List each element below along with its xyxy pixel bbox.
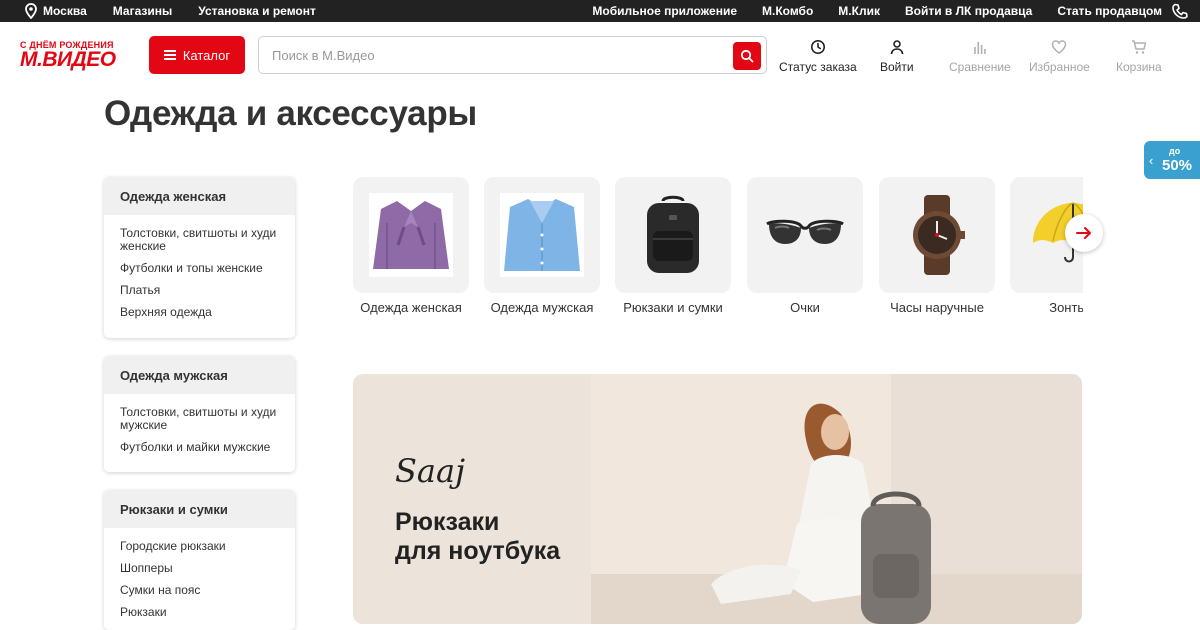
- category-tile-watches[interactable]: Часы наручные: [879, 177, 995, 315]
- category-tile-bags[interactable]: Рюкзаки и сумки: [615, 177, 731, 315]
- banner-photo: [591, 374, 1082, 624]
- clock-icon: [810, 40, 825, 54]
- wristwatch-image: [913, 195, 965, 275]
- logo-wordmark: М.ВИДЕО: [20, 48, 116, 71]
- category-carousel: Одежда женская Одежда мужская Рюкзаки и …: [353, 177, 1083, 322]
- sunglasses-image: [766, 219, 844, 244]
- category-image: [615, 177, 731, 293]
- blouse-image: [369, 193, 453, 277]
- login-label: Войти: [880, 60, 914, 74]
- promo-tab-prefix: до: [1169, 146, 1181, 156]
- sidebar-group-title[interactable]: Рюкзаки и сумки: [104, 490, 295, 528]
- favorites-button[interactable]: Избранное: [1029, 39, 1090, 74]
- promo-tab[interactable]: ‹ до 50%: [1144, 141, 1200, 179]
- become-seller-link[interactable]: Стать продавцом: [1057, 4, 1162, 18]
- category-label: Одежда мужская: [490, 300, 594, 315]
- category-label: Рюкзаки и сумки: [623, 300, 723, 315]
- header: С ДНЁМ РОЖДЕНИЯ М.ВИДЕО Каталог Статус з…: [0, 22, 1200, 88]
- promo-tab-discount: 50%: [1162, 157, 1193, 174]
- location-pin-icon: [25, 3, 37, 19]
- sidebar-link[interactable]: Футболки и топы женские: [120, 262, 279, 275]
- category-image: [484, 177, 600, 293]
- backpack-image: [647, 195, 699, 273]
- sidebar-link[interactable]: Футболки и майки мужские: [120, 441, 279, 454]
- search-button[interactable]: [733, 42, 761, 70]
- search-input[interactable]: [259, 37, 719, 73]
- phone-icon[interactable]: [1172, 3, 1188, 19]
- cart-button[interactable]: Корзина: [1116, 39, 1162, 74]
- sidebar-group-title[interactable]: Одежда мужская: [104, 356, 295, 394]
- sidebar-link[interactable]: Сумки на пояс: [120, 584, 279, 597]
- banner-headline: Рюкзаки для ноутбука: [395, 508, 595, 566]
- category-image: [353, 177, 469, 293]
- sidebar-link[interactable]: Толстовки, свитшоты и худи мужские: [120, 406, 279, 432]
- sidebar-link[interactable]: Платья: [120, 284, 279, 297]
- category-label: Часы наручные: [890, 300, 984, 315]
- compare-label: Сравнение: [949, 60, 1011, 74]
- compare-icon: [974, 42, 986, 54]
- category-image: [879, 177, 995, 293]
- category-image: [747, 177, 863, 293]
- order-status-label: Статус заказа: [779, 60, 857, 74]
- catalog-button-label: Каталог: [182, 47, 231, 63]
- category-label: Зонты: [1049, 300, 1083, 315]
- mvideo-logo[interactable]: С ДНЁМ РОЖДЕНИЯ М.ВИДЕО: [20, 40, 120, 71]
- login-button[interactable]: Войти: [880, 39, 914, 74]
- mcombo-link[interactable]: М.Комбо: [762, 4, 813, 18]
- page-title: Одежда и аксессуары: [104, 94, 477, 133]
- category-tile-glasses[interactable]: Очки: [747, 177, 863, 315]
- model-with-backpack-image: [591, 374, 1082, 624]
- cart-icon: [1131, 40, 1147, 54]
- mclick-link[interactable]: М.Клик: [838, 4, 880, 18]
- arrow-right-icon: [1076, 227, 1091, 239]
- top-bar: Москва Магазины Установка и ремонт Мобил…: [0, 0, 1200, 22]
- seller-login-link[interactable]: Войти в ЛК продавца: [905, 4, 1032, 18]
- menu-icon: [163, 50, 176, 60]
- promo-banner[interactable]: Saaj Рюкзаки для ноутбука: [353, 374, 1082, 624]
- banner-brand: Saaj: [395, 452, 465, 490]
- carousel-next-button[interactable]: [1065, 214, 1103, 252]
- category-tile-women[interactable]: Одежда женская: [353, 177, 469, 315]
- sidebar-group-bags: Рюкзаки и сумки Городские рюкзаки Шоппер…: [104, 490, 295, 630]
- heart-icon: [1052, 40, 1067, 54]
- order-status-button[interactable]: Статус заказа: [779, 39, 857, 74]
- category-tile-men[interactable]: Одежда мужская: [484, 177, 600, 315]
- sidebar-link[interactable]: Шопперы: [120, 562, 279, 575]
- user-icon: [890, 40, 904, 55]
- compare-button[interactable]: Сравнение: [949, 39, 1011, 74]
- sidebar-link[interactable]: Городские рюкзаки: [120, 540, 279, 553]
- mobile-app-link[interactable]: Мобильное приложение: [592, 4, 737, 18]
- sidebar-group-men: Одежда мужская Толстовки, свитшоты и худ…: [104, 356, 295, 472]
- sidebar-group-women: Одежда женская Толстовки, свитшоты и худ…: [104, 177, 295, 338]
- search-box: [258, 36, 767, 74]
- city-selector[interactable]: Москва: [24, 3, 87, 19]
- catalog-button[interactable]: Каталог: [149, 36, 245, 74]
- category-label: Одежда женская: [360, 300, 462, 315]
- stores-link[interactable]: Магазины: [113, 4, 172, 18]
- shirt-image: [500, 193, 584, 277]
- cart-label: Корзина: [1116, 60, 1162, 74]
- city-label: Москва: [43, 4, 87, 18]
- banner-headline-line1: Рюкзаки: [395, 508, 500, 536]
- sidebar-link[interactable]: Верхняя одежда: [120, 306, 279, 319]
- banner-headline-line2: для ноутбука: [395, 537, 561, 565]
- chevron-left-icon: ‹: [1149, 153, 1154, 168]
- installation-link[interactable]: Установка и ремонт: [198, 4, 316, 18]
- sidebar-group-title[interactable]: Одежда женская: [104, 177, 295, 215]
- favorites-label: Избранное: [1029, 60, 1090, 74]
- category-label: Очки: [790, 300, 820, 315]
- search-icon: [740, 49, 754, 63]
- sidebar-link[interactable]: Толстовки, свитшоты и худи женские: [120, 227, 279, 253]
